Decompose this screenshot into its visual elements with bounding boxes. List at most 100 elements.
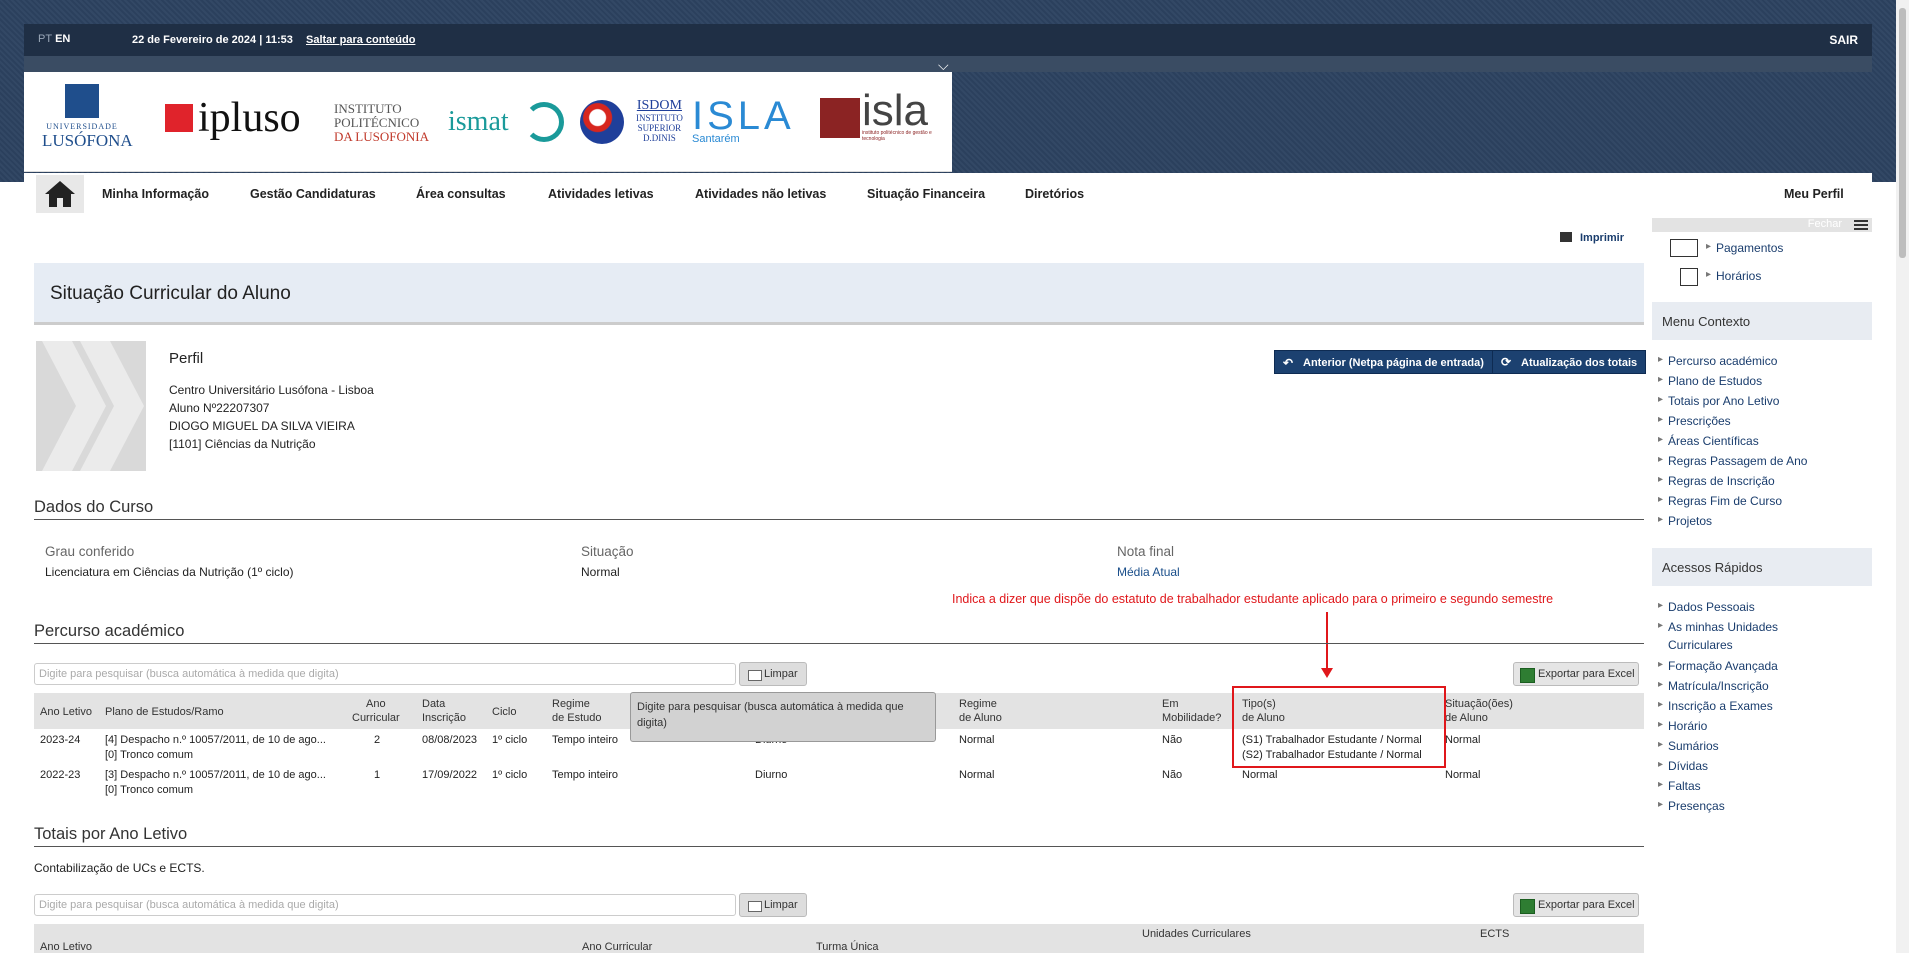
quick-access-title: Acessos Rápidos xyxy=(1652,548,1872,586)
back-arrow-icon: ↶ xyxy=(1283,356,1294,370)
refresh-icon: ⟳ xyxy=(1501,355,1512,369)
totais-col-unidades-curriculares[interactable]: Unidades Curriculares xyxy=(1142,927,1251,941)
sidebar-item-unidades[interactable]: As minhas UnidadesCurriculares xyxy=(1658,620,1778,652)
sidebar-close-bar[interactable]: Fechar xyxy=(1652,218,1872,232)
sidebar-item-regras-inscricao[interactable]: Regras de Inscrição xyxy=(1658,474,1775,488)
annotation-arrowhead xyxy=(1321,668,1333,678)
scrollbar-thumb[interactable] xyxy=(1899,8,1906,258)
status-label: Situação xyxy=(581,544,634,559)
isdom-logo: ISDOM INSTITUTO SUPERIOR D.DINIS xyxy=(636,98,683,143)
nav-meu-perfil[interactable]: Meu Perfil xyxy=(1784,187,1844,201)
print-button[interactable]: Imprimir xyxy=(1560,232,1624,244)
degree-value: Licenciatura em Ciências da Nutrição (1º… xyxy=(45,565,294,579)
skip-to-content-link[interactable]: Saltar para conteúdo xyxy=(306,34,415,46)
page-title: Situação Curricular do Aluno xyxy=(50,283,291,304)
nav-situacao-financeira[interactable]: Situação Financeira xyxy=(867,187,985,201)
isdom-emblem-icon xyxy=(580,100,624,144)
section-percurso: Percurso académico xyxy=(34,622,1644,644)
sidebar-item-horario[interactable]: Horário xyxy=(1658,719,1707,733)
nav-atividades-nao-letivas[interactable]: Atividades não letivas xyxy=(695,187,826,201)
lusofona-emblem-icon xyxy=(65,84,99,118)
col-ciclo[interactable]: Ciclo xyxy=(492,705,516,719)
top-bar: PT EN 22 de Fevereiro de 2024 | 11:53 Sal… xyxy=(24,24,1872,56)
totais-clear-button[interactable]: Limpar xyxy=(739,893,807,917)
page-scrollbar[interactable] xyxy=(1896,0,1909,953)
col-situacao-aluno[interactable]: Situação(ões) de Aluno xyxy=(1445,697,1513,725)
sidebar-item-matricula[interactable]: Matrícula/Inscrição xyxy=(1658,679,1769,693)
institution-logos: UNIVERSIDADE LUSÓFONA ipluso INSTITUTO P… xyxy=(24,72,952,172)
logout-button[interactable]: SAIR xyxy=(1829,33,1858,47)
current-average-link[interactable]: Média Atual xyxy=(1117,565,1180,579)
col-regime-estudo[interactable]: Regime de Estudo xyxy=(552,697,602,725)
lusofona-logo: UNIVERSIDADE LUSÓFONA xyxy=(42,84,133,151)
totais-col-ano-curricular[interactable]: Ano Curricular xyxy=(582,940,652,953)
sidebar-item-regras-fim[interactable]: Regras Fim de Curso xyxy=(1658,494,1782,508)
sidebar-item-regras-passagem[interactable]: Regras Passagem de Ano xyxy=(1658,454,1807,468)
percurso-search-input[interactable]: Digite para pesquisar (busca automática … xyxy=(34,663,736,685)
date-time: 22 de Fevereiro de 2024 | 11:53 xyxy=(132,34,293,46)
payments-icon xyxy=(1670,239,1698,257)
profile-institution: Centro Universitário Lusófona - Lisboa xyxy=(169,383,374,397)
sidebar-item-plano-estudos[interactable]: Plano de Estudos xyxy=(1658,374,1762,388)
section-totais: Totais por Ano Letivo xyxy=(34,825,1644,847)
isla-logo: isla instituto politécnico de gestão e t… xyxy=(862,86,932,142)
nav-atividades-letivas[interactable]: Atividades letivas xyxy=(548,187,654,201)
sidebar-item-percurso[interactable]: Percurso académico xyxy=(1658,354,1777,368)
profile-student-name: DIOGO MIGUEL DA SILVA VIEIRA xyxy=(169,419,355,433)
totais-export-excel-button[interactable]: Exportar para Excel xyxy=(1513,893,1639,917)
col-data-inscricao[interactable]: Data Inscrição xyxy=(422,697,466,725)
double-chevron-icon xyxy=(42,341,144,471)
col-plano[interactable]: Plano de Estudos/Ramo xyxy=(105,705,224,719)
final-grade-label: Nota final xyxy=(1117,544,1175,559)
sidebar-item-prescricoes[interactable]: Prescrições xyxy=(1658,414,1731,428)
sidebar-item-areas[interactable]: Áreas Científicas xyxy=(1658,434,1759,448)
annotation-highlight-box xyxy=(1232,686,1446,768)
percurso-export-excel-button[interactable]: Exportar para Excel xyxy=(1513,662,1639,686)
profile-chevron-image xyxy=(36,341,146,471)
degree-label: Grau conferido xyxy=(45,544,135,559)
sidebar-item-faltas[interactable]: Faltas xyxy=(1658,779,1701,793)
sidebar-item-sumarios[interactable]: Sumários xyxy=(1658,739,1719,753)
profile-student-number: Aluno Nº22207307 xyxy=(169,401,270,415)
language-switcher[interactable]: PT EN xyxy=(38,33,70,45)
col-ano-letivo[interactable]: Ano Letivo xyxy=(40,705,92,719)
percurso-clear-button[interactable]: Limpar xyxy=(739,662,807,686)
totais-search-input[interactable]: Digite para pesquisar (busca automática … xyxy=(34,894,736,916)
sidebar-item-projetos[interactable]: Projetos xyxy=(1658,514,1712,528)
isla-santarem-logo: ISLA Santarém xyxy=(692,94,795,145)
sidebar-item-presencas[interactable]: Presenças xyxy=(1658,799,1725,813)
home-button[interactable] xyxy=(36,175,84,213)
sidebar-item-totais[interactable]: Totais por Ano Letivo xyxy=(1658,394,1779,408)
main-navigation: Minha Informação Gestão Candidaturas Áre… xyxy=(24,173,1872,215)
menu-context-title: Menu Contexto xyxy=(1652,302,1872,340)
previous-button[interactable]: ↶ Anterior (Netpa página de entrada) xyxy=(1274,350,1493,374)
totais-col-ano-letivo[interactable]: Ano Letivo xyxy=(40,940,92,953)
update-totals-button[interactable]: ⟳ Atualização dos totais xyxy=(1492,350,1647,374)
nav-minha-informacao[interactable]: Minha Informação xyxy=(102,187,209,201)
sidebar-item-exames[interactable]: Inscrição a Exames xyxy=(1658,699,1773,713)
sidebar-payments[interactable]: Pagamentos xyxy=(1706,241,1783,255)
page-header: Situação Curricular do Aluno xyxy=(34,263,1644,325)
nav-diretorios[interactable]: Diretórios xyxy=(1025,187,1084,201)
search-tooltip: Digite para pesquisar (busca automática … xyxy=(630,692,936,742)
ismat-logo: ismat xyxy=(448,106,509,137)
profile-heading: Perfil xyxy=(169,350,204,367)
instituto-politecnico-logo: INSTITUTO POLITÉCNICO DA LUSOFONIA xyxy=(334,101,429,144)
sidebar-item-dividas[interactable]: Dívidas xyxy=(1658,759,1708,773)
col-ano-curricular[interactable]: Ano Curricular xyxy=(352,697,400,725)
totais-table-header: Ano Letivo Ano Curricular Turma Única Un… xyxy=(34,924,1644,953)
sidebar-item-dados-pessoais[interactable]: Dados Pessoais xyxy=(1658,600,1755,614)
section-course-data: Dados do Curso xyxy=(34,498,1644,520)
sidebar-item-formacao[interactable]: Formação Avançada xyxy=(1658,659,1778,673)
nav-gestao-candidaturas[interactable]: Gestão Candidaturas xyxy=(250,187,376,201)
menu-icon[interactable] xyxy=(1854,220,1868,230)
col-regime-aluno[interactable]: Regime de Aluno xyxy=(959,697,1002,725)
totais-col-turma-unica[interactable]: Turma Única xyxy=(816,940,879,953)
status-value: Normal xyxy=(581,565,620,579)
col-mobilidade[interactable]: Em Mobilidade? xyxy=(1162,697,1221,725)
nav-area-consultas[interactable]: Área consultas xyxy=(416,187,506,201)
annotation-text: Indica a dizer que dispõe do estatuto de… xyxy=(952,592,1554,606)
totais-col-ects[interactable]: ECTS xyxy=(1480,927,1509,941)
sidebar-schedule[interactable]: Horários xyxy=(1706,269,1761,283)
ipluso-logo: ipluso xyxy=(198,95,301,141)
